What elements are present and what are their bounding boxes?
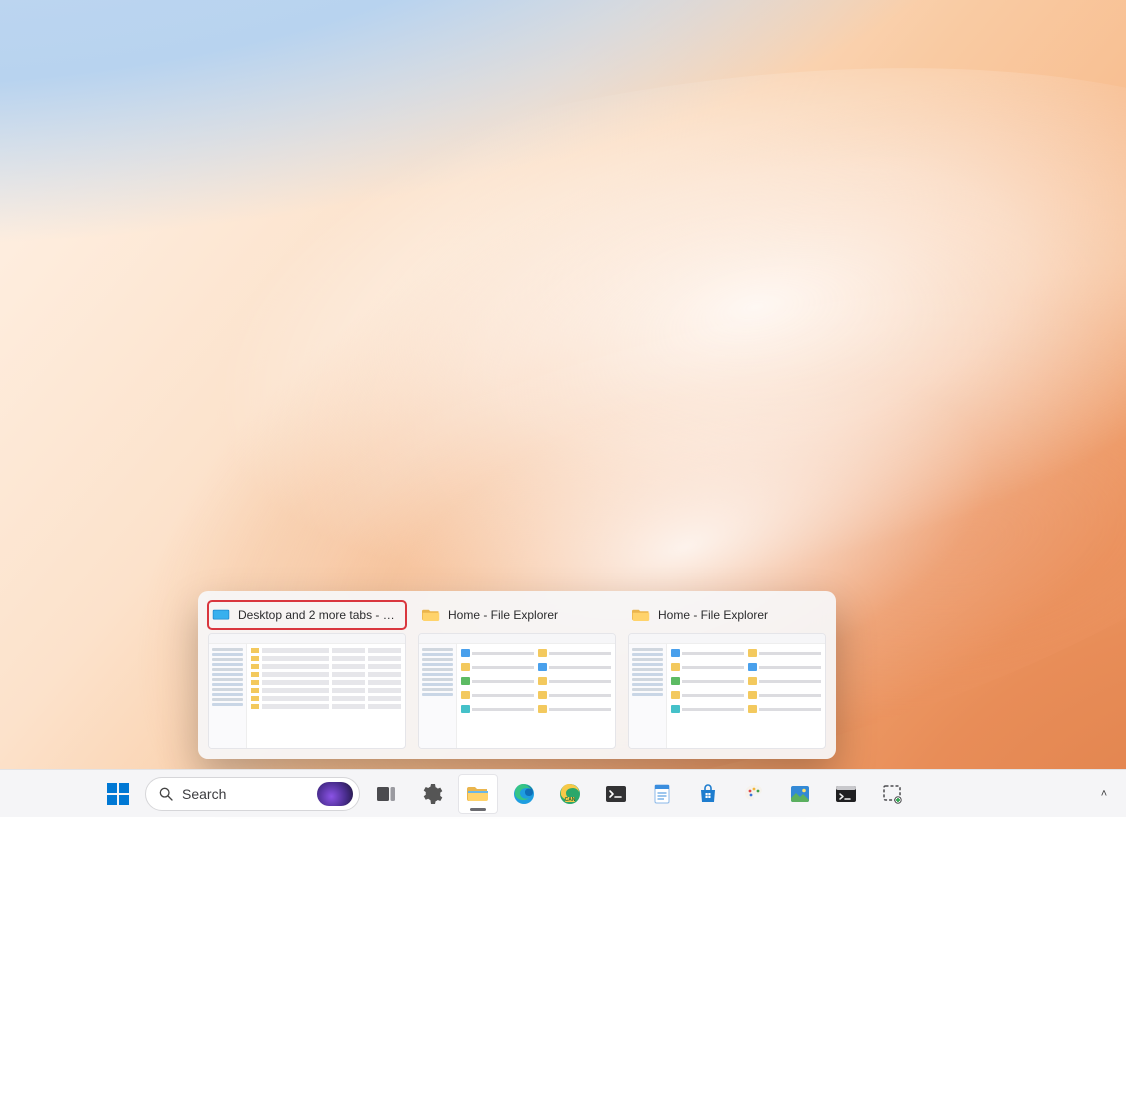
photos-icon: [788, 782, 812, 806]
notepad-icon: [650, 782, 674, 806]
snipping-tool-button[interactable]: [872, 774, 912, 814]
store-button[interactable]: [688, 774, 728, 814]
edge-canary-icon: CAN: [558, 782, 582, 806]
preview-thumbnail: [628, 633, 826, 749]
terminal-button[interactable]: [596, 774, 636, 814]
preview-title: Desktop and 2 more tabs - …: [238, 608, 400, 622]
taskbar-center: Search: [97, 774, 912, 814]
preview-card-0[interactable]: Desktop and 2 more tabs - …: [208, 601, 406, 749]
search-placeholder: Search: [182, 786, 309, 802]
search-icon: [158, 786, 174, 802]
taskbar-preview-flyout: Desktop and 2 more tabs - …: [198, 591, 836, 759]
taskbar-search[interactable]: Search: [145, 777, 360, 811]
preview-card-header: Desktop and 2 more tabs - …: [208, 601, 406, 629]
preview-thumbnail: [208, 633, 406, 749]
gear-icon: [420, 782, 444, 806]
edge-button[interactable]: [504, 774, 544, 814]
notepad-button[interactable]: [642, 774, 682, 814]
tray-overflow-button[interactable]: ˄: [1090, 774, 1118, 814]
start-button[interactable]: [97, 774, 139, 814]
preview-title: Home - File Explorer: [448, 608, 610, 622]
preview-card-header: Home - File Explorer: [628, 601, 826, 629]
system-tray: ˄: [1090, 774, 1118, 814]
preview-thumbnail: [418, 633, 616, 749]
desktop-icon: [212, 608, 230, 622]
preview-title: Home - File Explorer: [658, 608, 820, 622]
paint-button[interactable]: [734, 774, 774, 814]
windows-logo-icon: [107, 783, 129, 805]
folder-icon: [466, 782, 490, 806]
preview-card-1[interactable]: Home - File Explorer: [418, 601, 616, 749]
task-view-icon: [374, 782, 398, 806]
command-prompt-button[interactable]: [826, 774, 866, 814]
taskbar: Search: [0, 769, 1126, 817]
preview-card-2[interactable]: Home - File Explorer: [628, 601, 826, 749]
preview-card-header: Home - File Explorer: [418, 601, 616, 629]
store-icon: [696, 782, 720, 806]
edge-canary-button[interactable]: CAN: [550, 774, 590, 814]
folder-icon: [632, 608, 650, 622]
terminal-icon: [604, 782, 628, 806]
svg-text:CAN: CAN: [565, 797, 576, 803]
chevron-up-icon: ˄: [1101, 788, 1107, 800]
file-explorer-button[interactable]: [458, 774, 498, 814]
search-highlight-art: [317, 782, 353, 806]
photos-button[interactable]: [780, 774, 820, 814]
command-prompt-icon: [834, 782, 858, 806]
snipping-tool-icon: [880, 782, 904, 806]
settings-button[interactable]: [412, 774, 452, 814]
task-view-button[interactable]: [366, 774, 406, 814]
paint-icon: [742, 782, 766, 806]
folder-icon: [422, 608, 440, 622]
edge-icon: [512, 782, 536, 806]
